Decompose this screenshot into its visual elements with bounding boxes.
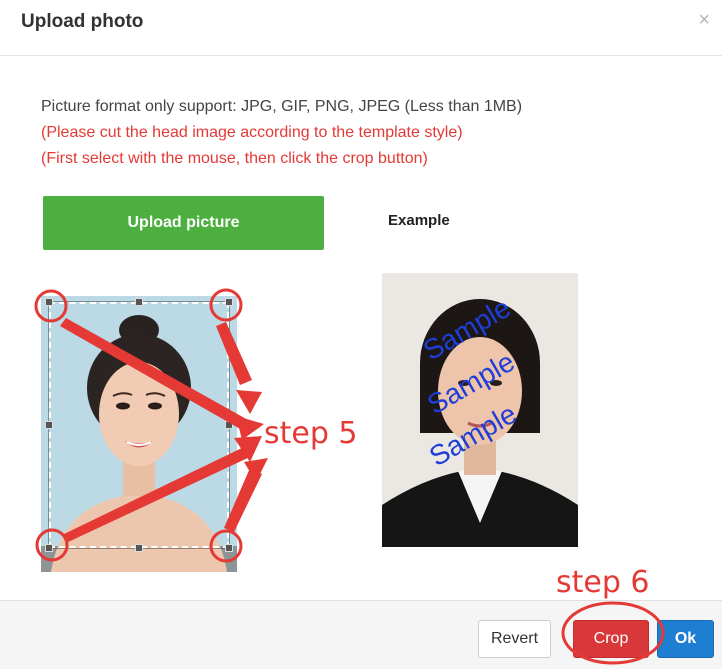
cut-instruction-text: (Please cut the head image according to … (41, 124, 463, 141)
crop-selection-box[interactable] (48, 301, 230, 549)
crop-handle-right[interactable] (225, 421, 233, 429)
revert-button[interactable]: Revert (478, 620, 551, 658)
dialog-title: Upload photo (21, 11, 144, 32)
crop-handle-bottom-left[interactable] (45, 544, 53, 552)
crop-canvas[interactable] (41, 296, 237, 572)
ok-button[interactable]: Ok (657, 620, 714, 658)
crop-handle-top[interactable] (135, 298, 143, 306)
step-5-annotation: step 5 (264, 416, 358, 451)
crop-handle-bottom[interactable] (135, 544, 143, 552)
crop-button[interactable]: Crop (573, 620, 649, 658)
format-info-text: Picture format only support: JPG, GIF, P… (41, 98, 523, 115)
upload-picture-button[interactable]: Upload picture (43, 196, 324, 250)
example-sample-photo: Sample Sample Sample (382, 273, 578, 547)
crop-handle-left[interactable] (45, 421, 53, 429)
dialog-header: Upload photo × (0, 0, 722, 56)
example-label: Example (388, 212, 450, 229)
close-icon[interactable]: × (698, 10, 710, 30)
select-instruction-text: (First select with the mouse, then click… (41, 150, 428, 167)
crop-handle-top-left[interactable] (45, 298, 53, 306)
crop-handle-bottom-right[interactable] (225, 544, 233, 552)
upload-photo-dialog: Upload photo × Picture format only suppo… (0, 0, 722, 669)
step-6-annotation: step 6 (556, 565, 650, 600)
upload-instructions: Picture format only support: JPG, GIF, P… (41, 94, 522, 172)
crop-handle-top-right[interactable] (225, 298, 233, 306)
